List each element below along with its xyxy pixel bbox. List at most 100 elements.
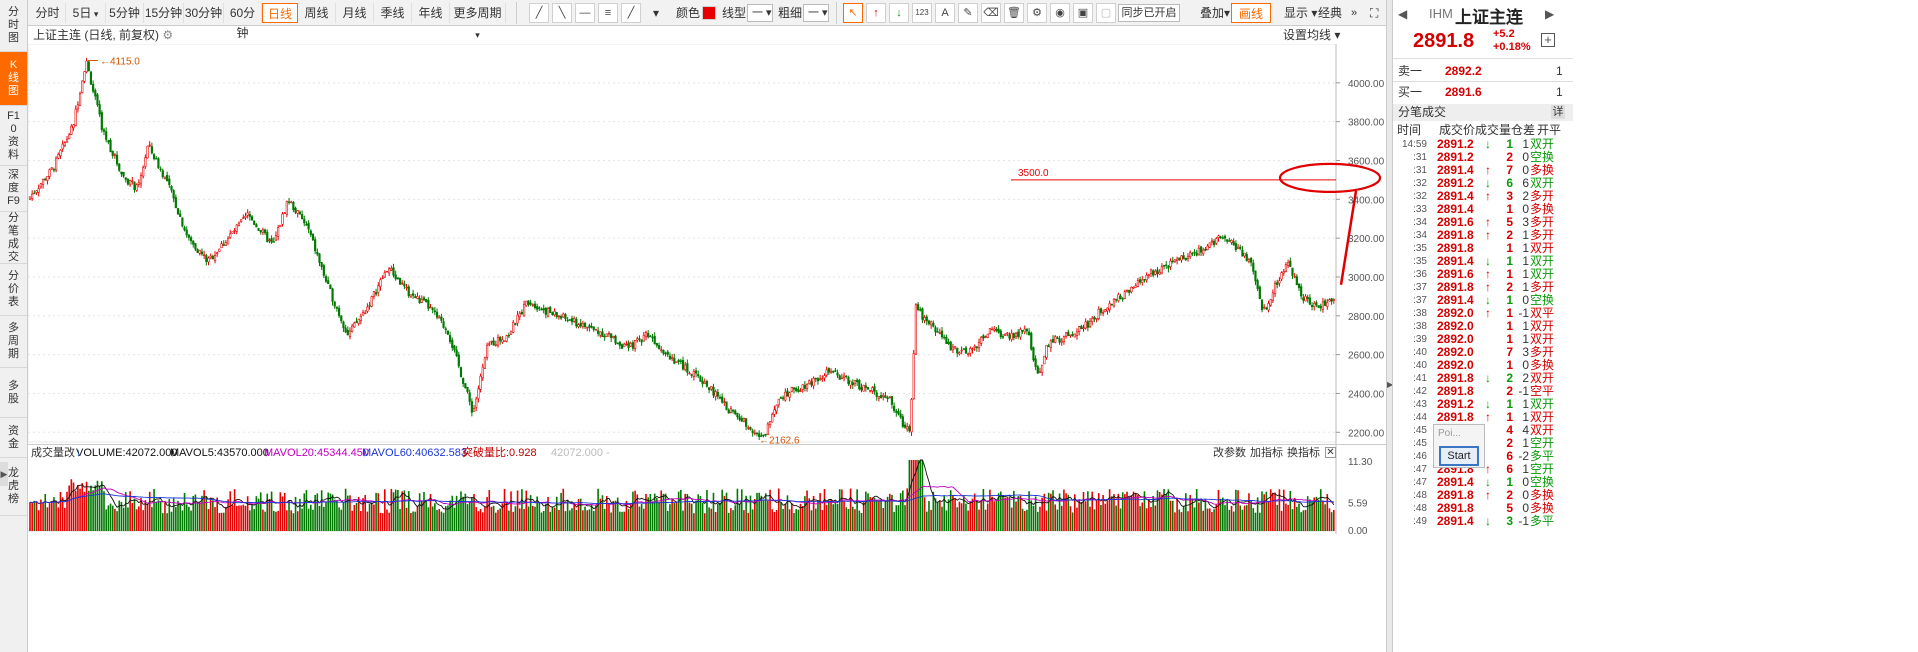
sync-button[interactable]: 同步已开启 (1118, 4, 1180, 22)
candle-body (68, 134, 71, 140)
volume-bar (1145, 508, 1148, 531)
color-swatch[interactable] (702, 6, 716, 20)
eraser-icon[interactable]: ⌫ (981, 3, 1001, 23)
period-button-6[interactable]: 日线 (262, 3, 298, 23)
candle-body (546, 308, 550, 317)
number-label-icon[interactable]: 123 (912, 3, 932, 23)
segment-tool-icon[interactable]: ╱ (621, 3, 641, 23)
start-button[interactable]: Start (1439, 446, 1479, 466)
candle-body (1302, 297, 1305, 301)
volume-bar (122, 507, 125, 531)
line-type-select[interactable]: 一 ▾ (747, 4, 773, 22)
fullscreen-icon[interactable]: ⛶ (1370, 3, 1378, 23)
volume-bar (77, 484, 79, 531)
hline-tool-icon[interactable]: — (575, 3, 595, 23)
trash-icon[interactable]: 🗑 (1004, 3, 1024, 23)
left-tab-4[interactable]: 分笔成交 (0, 212, 27, 264)
period-button-10[interactable]: 年线 (412, 3, 450, 23)
volume-bar (884, 501, 887, 531)
line-tool-icon[interactable]: ╱ (529, 3, 549, 23)
cursor-icon[interactable]: ↖ (843, 3, 863, 23)
candle-body (810, 381, 813, 386)
add-watchlist-icon[interactable]: + (1541, 33, 1555, 47)
volume-bar (701, 502, 704, 531)
period-button-9[interactable]: 季线 (374, 3, 412, 23)
channel-tool-icon[interactable]: ≡ (598, 3, 618, 23)
double-chevron-right-icon[interactable]: » (1351, 3, 1357, 23)
candle-body (731, 409, 735, 412)
candle-body (536, 306, 539, 310)
bid-volume: 1 (1556, 85, 1563, 99)
candle-body (418, 297, 421, 303)
down-arrow-icon[interactable]: ↓ (889, 3, 909, 23)
candle-body (1095, 318, 1098, 320)
period-button-11[interactable]: 更多周期 ▾ (450, 3, 506, 40)
candle-body (255, 224, 258, 228)
display-button[interactable]: 显示 ▾ (1284, 3, 1317, 23)
next-contract-icon[interactable]: ▶ (1545, 7, 1554, 21)
left-tab-5[interactable]: 分价表 (0, 264, 27, 316)
candle-body (849, 380, 852, 386)
chart-settings-icon[interactable]: ⚙ (162, 28, 173, 42)
overlay-button[interactable]: 叠加▾ (1200, 3, 1230, 23)
add-indicator-button[interactable]: 加指标 (1250, 445, 1283, 461)
left-collapse-handle[interactable]: ▶ (0, 462, 8, 486)
volume-bar (1232, 511, 1235, 531)
close-icon[interactable]: ✕ (1325, 447, 1336, 458)
candle-body (194, 243, 197, 250)
ma-setting-button[interactable]: 设置均线 ▾ (1283, 26, 1340, 44)
left-tab-1[interactable]: K线图 (0, 52, 27, 106)
gear-icon[interactable]: ⚙ (1027, 3, 1047, 23)
lock-icon[interactable]: ▢ (1096, 3, 1116, 23)
tick-time: :46 (1413, 451, 1427, 462)
draw-line-button[interactable]: 画线 (1231, 3, 1271, 23)
more-tools-icon[interactable]: ▾ (653, 3, 659, 23)
eye-icon[interactable]: ◉ (1050, 3, 1070, 23)
classic-button[interactable]: 经典 (1318, 3, 1342, 23)
volume-bar (296, 511, 299, 531)
volume-bar (917, 460, 919, 531)
candle-body (290, 201, 293, 204)
tick-time: :37 (1413, 295, 1427, 306)
candle-body (840, 377, 843, 380)
ray-tool-icon[interactable]: ╲ (552, 3, 572, 23)
up-arrow-icon: ↑ (1485, 228, 1491, 242)
period-button-8[interactable]: 月线 (336, 3, 374, 23)
candle-body (248, 214, 251, 217)
left-tab-2[interactable]: F10资料 (0, 106, 27, 166)
volume-bar (368, 503, 371, 531)
volume-bar (536, 496, 538, 531)
prev-contract-icon[interactable]: ◀ (1398, 7, 1407, 21)
volume-bar (780, 502, 782, 531)
change-params-button[interactable]: 改参数 (1213, 445, 1246, 461)
period-button-7[interactable]: 周线 (298, 3, 336, 23)
candle-body (1189, 252, 1192, 258)
left-tab-8[interactable]: 资金 (0, 418, 27, 458)
pencil-icon[interactable]: ✎ (958, 3, 978, 23)
volume-bar (756, 492, 758, 531)
left-tab-7[interactable]: 多股 (0, 368, 27, 418)
line-width-select[interactable]: 一 ▾ (803, 4, 829, 22)
volume-bar (1187, 511, 1189, 531)
candle-body (790, 387, 793, 392)
switch-indicator-button[interactable]: 换指标 (1287, 445, 1320, 461)
period-button-2[interactable]: 5分钟 (106, 3, 144, 23)
period-button-1[interactable]: 5日 ▾ (66, 3, 106, 23)
left-tab-0[interactable]: 分时图 (0, 0, 27, 52)
candle-body (773, 409, 776, 415)
image-icon[interactable]: ▣ (1073, 3, 1093, 23)
left-tab-6[interactable]: 多周期 (0, 316, 27, 368)
up-arrow-icon[interactable]: ↑ (866, 3, 886, 23)
candle-body (1269, 299, 1272, 306)
candle-body (1210, 240, 1214, 243)
candle-body (1304, 296, 1307, 302)
candle-body (982, 335, 985, 339)
period-button-4[interactable]: 30分钟 (184, 3, 224, 23)
detail-button[interactable]: 详 (1551, 105, 1565, 119)
text-icon[interactable]: A (935, 3, 955, 23)
left-tab-3[interactable]: 深度F9 (0, 166, 27, 212)
period-button-5[interactable]: 60分钟 (224, 3, 262, 40)
period-button-0[interactable]: 分时 (30, 3, 66, 23)
period-button-3[interactable]: 15分钟 (144, 3, 184, 23)
candle-body (1047, 345, 1050, 347)
